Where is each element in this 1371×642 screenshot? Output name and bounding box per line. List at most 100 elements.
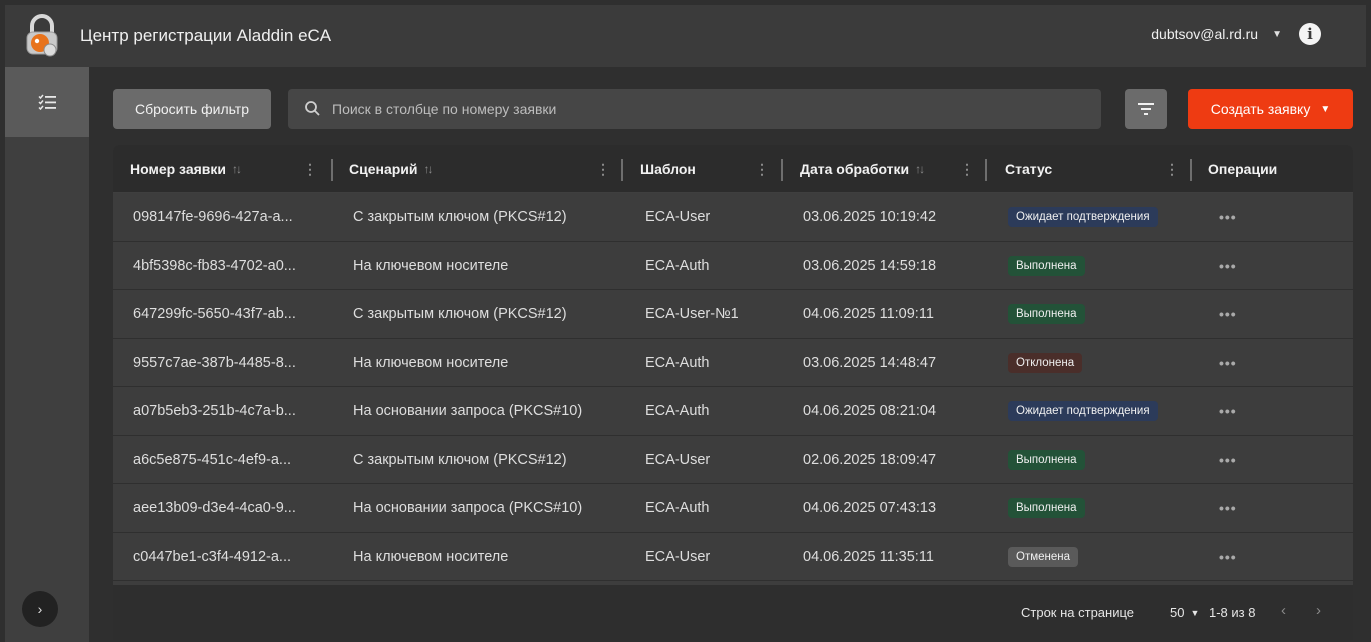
column-resizer[interactable] bbox=[1190, 159, 1192, 181]
sidebar: › bbox=[5, 67, 89, 642]
table-footer: Строк на странице 50 ▼ 1-8 из 8 ‹ › bbox=[113, 585, 1353, 640]
cell-request-id[interactable]: 098147fe-9696-427a-a... bbox=[133, 193, 293, 241]
checklist-icon bbox=[38, 94, 56, 110]
cell-operations: ••• bbox=[1219, 193, 1237, 241]
top-bar: Центр регистрации Aladdin eCA dubtsov@al… bbox=[5, 5, 1366, 67]
column-header-template[interactable]: Шаблон bbox=[640, 145, 696, 193]
column-menu-icon[interactable]: ⋮ bbox=[755, 162, 769, 176]
cell-processing-date: 04.06.2025 11:35:11 bbox=[803, 548, 934, 565]
cell-template: ECA-User bbox=[645, 451, 711, 468]
more-options-icon[interactable]: ••• bbox=[1219, 403, 1237, 419]
rows-per-page-label: Строк на странице bbox=[1021, 605, 1135, 620]
column-header-id[interactable]: Номер заявки ↑↓ bbox=[130, 145, 242, 193]
column-menu-icon[interactable]: ⋮ bbox=[960, 162, 974, 176]
sidebar-item-requests[interactable] bbox=[5, 67, 89, 137]
column-menu-icon[interactable]: ⋮ bbox=[1165, 162, 1179, 176]
column-menu-icon[interactable]: ⋮ bbox=[303, 162, 317, 176]
more-options-icon[interactable]: ••• bbox=[1219, 306, 1237, 322]
column-label: Номер заявки bbox=[130, 161, 227, 177]
cell-request-id[interactable]: a07b5eb3-251b-4c7a-b... bbox=[133, 387, 296, 435]
user-menu[interactable]: dubtsov@al.rd.ru ▼ bbox=[1151, 26, 1282, 42]
column-resizer[interactable] bbox=[781, 159, 783, 181]
info-icon[interactable]: i bbox=[1299, 23, 1321, 45]
cell-operations: ••• bbox=[1219, 533, 1237, 581]
status-badge: Отменена bbox=[1008, 546, 1079, 567]
column-resizer[interactable] bbox=[331, 159, 333, 181]
more-options-icon[interactable]: ••• bbox=[1219, 452, 1237, 468]
caret-down-icon[interactable]: ▼ bbox=[1190, 608, 1199, 618]
search-icon bbox=[305, 101, 320, 116]
cell-template: ECA-Auth bbox=[645, 403, 710, 419]
more-options-icon[interactable]: ••• bbox=[1219, 209, 1237, 225]
cell-status: Отклонена bbox=[1008, 339, 1083, 387]
sort-icon[interactable]: ↑↓ bbox=[915, 162, 925, 176]
cell-operations: ••• bbox=[1219, 436, 1237, 484]
cell-status: Выполнена bbox=[1008, 436, 1085, 484]
more-options-icon[interactable]: ••• bbox=[1219, 549, 1237, 565]
rows-per-page-select[interactable]: 50 ▼ bbox=[1170, 605, 1199, 620]
cell-status: Ожидает подтверждения bbox=[1008, 387, 1158, 435]
cell-operations: ••• bbox=[1219, 290, 1237, 338]
search-box[interactable] bbox=[288, 89, 1101, 129]
table-row[interactable]: 4bf5398c-fb83-4702-a0... На ключевом нос… bbox=[113, 242, 1353, 290]
sidebar-expand-button[interactable]: › bbox=[22, 591, 58, 627]
column-resizer[interactable] bbox=[621, 159, 623, 181]
caret-down-icon[interactable]: ▼ bbox=[1272, 29, 1282, 40]
table-body: 098147fe-9696-427a-a... С закрытым ключо… bbox=[113, 193, 1353, 581]
cell-template: ECA-Auth bbox=[645, 500, 710, 516]
table-row[interactable]: a07b5eb3-251b-4c7a-b... На основании зап… bbox=[113, 387, 1353, 436]
cell-request-id[interactable]: 9557c7ae-387b-4485-8... bbox=[133, 339, 296, 387]
create-request-label: Создать заявку bbox=[1210, 101, 1311, 117]
column-header-operations: Операции bbox=[1208, 145, 1277, 193]
column-header-date[interactable]: Дата обработки ↑↓ bbox=[800, 145, 925, 193]
sort-icon[interactable]: ↑↓ bbox=[424, 162, 434, 176]
cell-request-id[interactable]: a6c5e875-451c-4ef9-a... bbox=[133, 436, 291, 484]
user-email[interactable]: dubtsov@al.rd.ru bbox=[1151, 26, 1258, 42]
cell-operations: ••• bbox=[1219, 484, 1237, 532]
cell-status: Отменена bbox=[1008, 533, 1079, 581]
more-options-icon[interactable]: ••• bbox=[1219, 258, 1237, 274]
cell-scenario: С закрытым ключом (PKCS#12) bbox=[353, 451, 567, 468]
reset-filter-button[interactable]: Сбросить фильтр bbox=[113, 89, 271, 129]
cell-scenario: На ключевом носителе bbox=[353, 257, 509, 274]
search-input[interactable] bbox=[332, 101, 1032, 117]
previous-page-icon[interactable]: ‹ bbox=[1281, 602, 1286, 619]
table-row[interactable]: 9557c7ae-387b-4485-8... На ключевом носи… bbox=[113, 339, 1353, 387]
column-header-scenario[interactable]: Сценарий ↑↓ bbox=[349, 145, 434, 193]
cell-request-id[interactable]: c0447be1-c3f4-4912-a... bbox=[133, 533, 291, 581]
table-row[interactable]: aee13b09-d3e4-4ca0-9... На основании зап… bbox=[113, 484, 1353, 533]
next-page-icon[interactable]: › bbox=[1316, 602, 1321, 619]
rows-per-page-value[interactable]: 50 bbox=[1170, 605, 1184, 620]
table-row[interactable]: 647299fc-5650-43f7-ab... С закрытым ключ… bbox=[113, 290, 1353, 339]
status-badge: Выполнена bbox=[1008, 498, 1085, 518]
cell-operations: ••• bbox=[1219, 242, 1237, 290]
cell-processing-date: 04.06.2025 08:21:04 bbox=[803, 403, 937, 419]
cell-processing-date: 02.06.2025 18:09:47 bbox=[803, 451, 937, 468]
more-options-icon[interactable]: ••• bbox=[1219, 355, 1237, 371]
cell-template: ECA-User-№1 bbox=[645, 306, 739, 322]
create-request-button[interactable]: Создать заявку ▼ bbox=[1188, 89, 1353, 129]
more-options-icon[interactable]: ••• bbox=[1219, 500, 1237, 516]
cell-request-id[interactable]: 647299fc-5650-43f7-ab... bbox=[133, 290, 296, 338]
table-row[interactable]: c0447be1-c3f4-4912-a... На ключевом носи… bbox=[113, 533, 1353, 581]
aladdin-logo[interactable] bbox=[19, 13, 65, 59]
cell-request-id[interactable]: 4bf5398c-fb83-4702-a0... bbox=[133, 242, 296, 290]
column-label: Сценарий bbox=[349, 161, 418, 177]
filter-button[interactable] bbox=[1125, 89, 1167, 129]
chevron-right-icon: › bbox=[37, 601, 43, 617]
pagination-range: 1-8 из 8 bbox=[1209, 605, 1256, 620]
cell-scenario: С закрытым ключом (PKCS#12) bbox=[353, 209, 567, 225]
sort-icon[interactable]: ↑↓ bbox=[232, 162, 242, 176]
column-menu-icon[interactable]: ⋮ bbox=[596, 162, 610, 176]
table-row[interactable]: 098147fe-9696-427a-a... С закрытым ключо… bbox=[113, 193, 1353, 242]
cell-template: ECA-User bbox=[645, 209, 711, 225]
chevron-down-icon: ▼ bbox=[1320, 103, 1331, 115]
cell-template: ECA-User bbox=[645, 548, 711, 565]
cell-scenario: На основании запроса (PKCS#10) bbox=[353, 403, 583, 419]
column-resizer[interactable] bbox=[985, 159, 987, 181]
table-row[interactable]: a6c5e875-451c-4ef9-a... С закрытым ключо… bbox=[113, 436, 1353, 484]
cell-request-id[interactable]: aee13b09-d3e4-4ca0-9... bbox=[133, 484, 296, 532]
app-title: Центр регистрации Aladdin eCA bbox=[80, 26, 332, 45]
column-header-status[interactable]: Статус bbox=[1005, 145, 1052, 193]
status-badge: Отклонена bbox=[1008, 352, 1083, 373]
